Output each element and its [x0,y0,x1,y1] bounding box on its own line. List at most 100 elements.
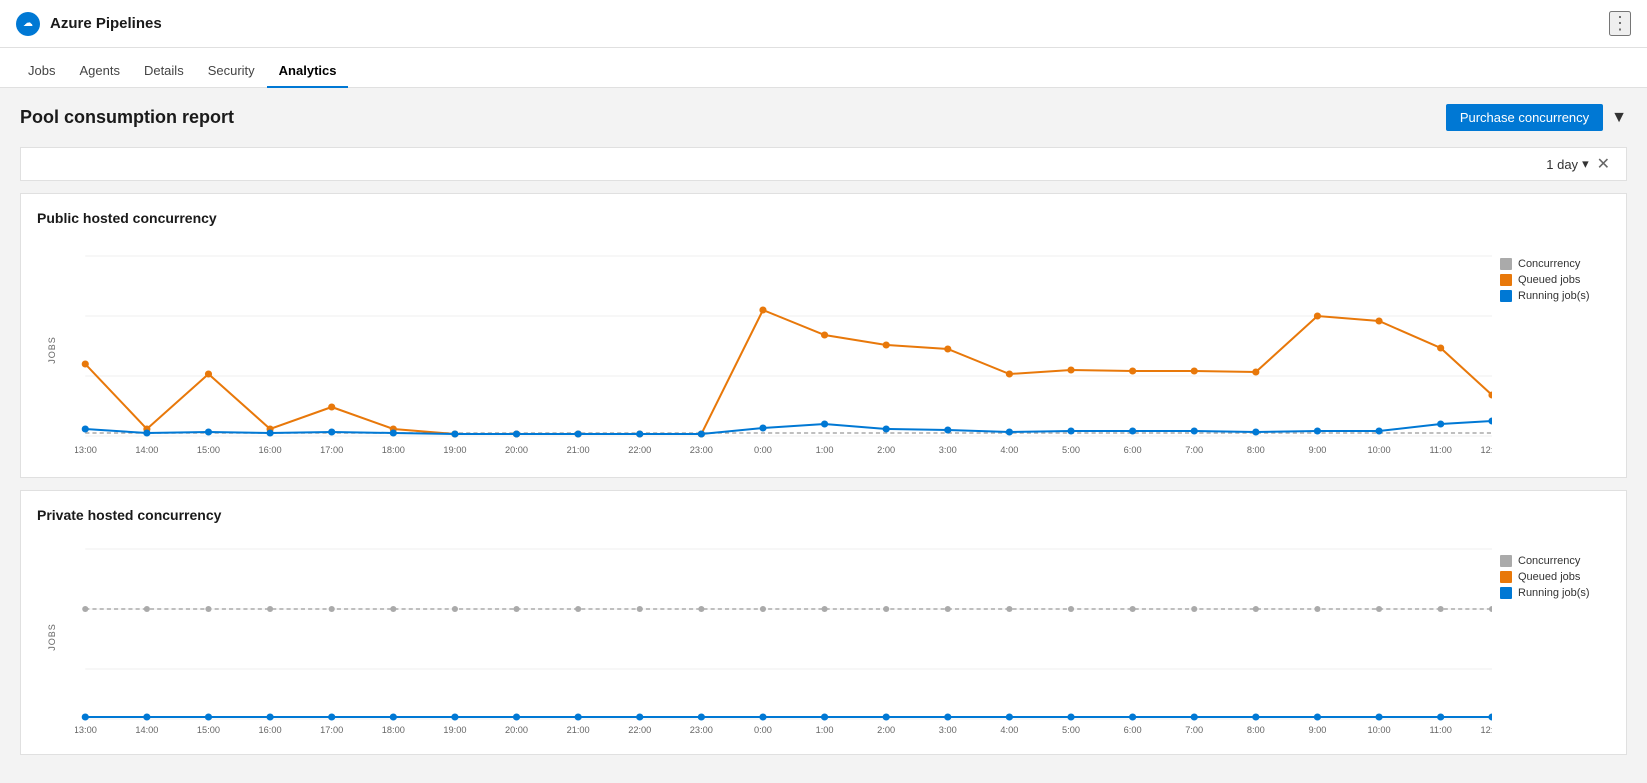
svg-text:9:00: 9:00 [1308,725,1326,735]
svg-text:2:00: 2:00 [877,445,895,455]
day-filter-label: 1 day [1546,157,1578,172]
page-title: Pool consumption report [20,107,234,128]
public-chart-area: 750 500 250 0 [75,238,1492,461]
legend-running-label: Running job(s) [1518,290,1590,302]
legend-queued: Queued jobs [1500,274,1610,286]
svg-text:0:00: 0:00 [754,445,772,455]
svg-text:10:00: 10:00 [1368,725,1391,735]
public-chart-title: Public hosted concurrency [37,210,1610,226]
legend-concurrency: Concurrency [1500,258,1610,270]
svg-text:16:00: 16:00 [259,445,282,455]
svg-text:6:00: 6:00 [1124,445,1142,455]
svg-text:3:00: 3:00 [939,445,957,455]
header-actions: Purchase concurrency ▼ [1446,104,1627,131]
svg-text:4:00: 4:00 [1000,725,1018,735]
legend-concurrency-label: Concurrency [1518,258,1580,270]
svg-text:6:00: 6:00 [1124,725,1142,735]
public-chart-container: JOBS 750 500 250 0 [37,238,1610,461]
close-filter-button[interactable]: ✕ [1597,154,1610,174]
nav-analytics[interactable]: Analytics [267,55,349,88]
app-header: ☁ Azure Pipelines ⋮ [0,0,1647,48]
private-chart-legend: Concurrency Queued jobs Running job(s) [1500,535,1610,738]
svg-text:5:00: 5:00 [1062,725,1080,735]
private-y-axis-label: JOBS [47,623,57,651]
svg-text:11:00: 11:00 [1429,445,1451,455]
app-title: Azure Pipelines [50,15,162,32]
svg-text:23:00: 23:00 [690,445,713,455]
svg-text:15:00: 15:00 [197,725,220,735]
svg-text:10:00: 10:00 [1368,445,1391,455]
legend-queued-label: Queued jobs [1518,274,1580,286]
svg-text:11:00: 11:00 [1429,725,1451,735]
filter-bar: 1 day ▾ ✕ [20,147,1627,181]
nav-security[interactable]: Security [196,55,267,88]
svg-text:1:00: 1:00 [816,445,834,455]
svg-text:4:00: 4:00 [1000,445,1018,455]
svg-text:22:00: 22:00 [628,725,651,735]
legend-running: Running job(s) [1500,290,1610,302]
svg-text:2:00: 2:00 [877,725,895,735]
filter-button[interactable]: ▼ [1611,109,1627,127]
private-chart-area: 150 100 50 0 [75,535,1492,738]
nav-details[interactable]: Details [132,55,196,88]
svg-text:3:00: 3:00 [939,725,957,735]
nav-jobs[interactable]: Jobs [16,55,67,88]
purchase-concurrency-button[interactable]: Purchase concurrency [1446,104,1603,131]
svg-text:8:00: 8:00 [1247,445,1265,455]
main-content: Pool consumption report Purchase concurr… [0,88,1647,783]
svg-text:13:00: 13:00 [75,725,97,735]
svg-text:12:00: 12:00 [1480,445,1492,455]
svg-text:8:00: 8:00 [1247,725,1265,735]
public-y-axis-label: JOBS [47,336,57,364]
running-legend-color [1500,290,1512,302]
svg-text:22:00: 22:00 [628,445,651,455]
app-icon: ☁ [16,12,40,36]
svg-text:9:00: 9:00 [1308,445,1326,455]
svg-text:21:00: 21:00 [567,445,590,455]
private-concurrency-section: Private hosted concurrency JOBS 150 100 … [20,490,1627,755]
svg-text:19:00: 19:00 [443,725,466,735]
svg-text:17:00: 17:00 [320,725,343,735]
queued-legend-color [1500,274,1512,286]
svg-text:13:00: 13:00 [75,445,97,455]
chevron-down-icon: ▾ [1582,156,1589,172]
private-queued-color [1500,571,1512,583]
private-chart-container: JOBS 150 100 50 0 [37,535,1610,738]
svg-text:7:00: 7:00 [1185,445,1203,455]
header-left: ☁ Azure Pipelines [16,12,162,36]
svg-text:14:00: 14:00 [135,725,158,735]
svg-text:21:00: 21:00 [567,725,590,735]
svg-text:18:00: 18:00 [382,445,405,455]
svg-text:14:00: 14:00 [135,445,158,455]
svg-text:17:00: 17:00 [320,445,343,455]
nav-bar: Jobs Agents Details Security Analytics [0,48,1647,88]
page-header: Pool consumption report Purchase concurr… [20,104,1627,131]
svg-text:20:00: 20:00 [505,445,528,455]
svg-text:20:00: 20:00 [505,725,528,735]
private-legend-queued-label: Queued jobs [1518,571,1580,583]
svg-text:12:00: 12:00 [1480,725,1492,735]
svg-text:23:00: 23:00 [690,725,713,735]
private-concurrency-color [1500,555,1512,567]
private-running-color [1500,587,1512,599]
concurrency-legend-color [1500,258,1512,270]
private-chart-svg: 150 100 50 0 [75,535,1492,735]
more-options-button[interactable]: ⋮ [1609,11,1631,36]
day-filter-select[interactable]: 1 day ▾ [1546,156,1588,172]
private-legend-concurrency-label: Concurrency [1518,555,1580,567]
svg-text:16:00: 16:00 [259,725,282,735]
private-legend-running: Running job(s) [1500,587,1610,599]
svg-text:0:00: 0:00 [754,725,772,735]
private-legend-queued: Queued jobs [1500,571,1610,583]
private-legend-running-label: Running job(s) [1518,587,1590,599]
private-chart-title: Private hosted concurrency [37,507,1610,523]
public-concurrency-section: Public hosted concurrency JOBS 750 500 2… [20,193,1627,478]
svg-text:18:00: 18:00 [382,725,405,735]
public-chart-svg: 750 500 250 0 [75,238,1492,458]
nav-agents[interactable]: Agents [67,55,131,88]
public-chart-legend: Concurrency Queued jobs Running job(s) [1500,238,1610,461]
svg-text:5:00: 5:00 [1062,445,1080,455]
svg-text:1:00: 1:00 [816,725,834,735]
svg-text:19:00: 19:00 [443,445,466,455]
svg-text:15:00: 15:00 [197,445,220,455]
